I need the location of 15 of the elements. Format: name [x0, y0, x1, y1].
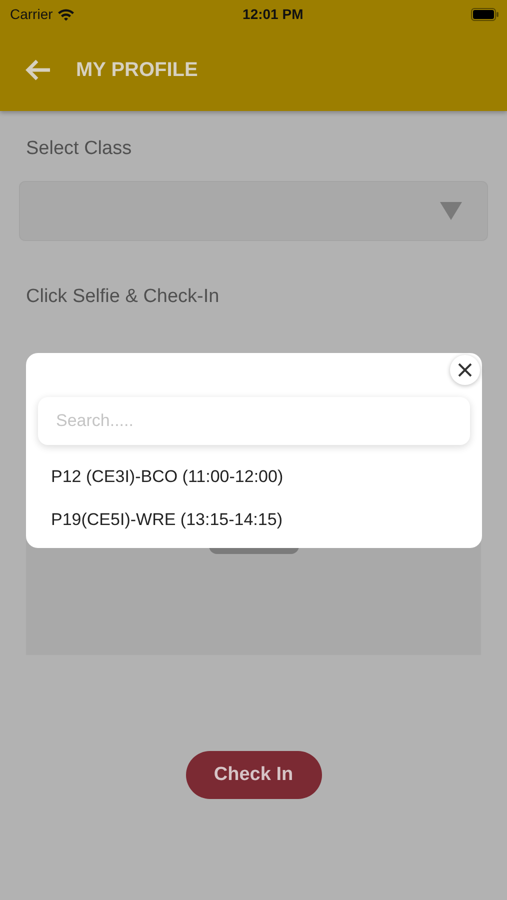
- class-option[interactable]: P19(CE5I)-WRE (13:15-14:15): [26, 510, 482, 531]
- status-time: 12:01 PM: [242, 4, 304, 24]
- class-option[interactable]: P12 (CE3I)-BCO (11:00-12:00): [26, 467, 482, 488]
- field-label: Select Class: [25, 137, 133, 161]
- search-field[interactable]: Search.....: [38, 397, 470, 445]
- field-label: Click Selfie & Check-In: [25, 285, 220, 309]
- check-in-button[interactable]: Check In: [186, 751, 322, 799]
- page-title: MY PROFILE: [76, 58, 198, 82]
- carrier-label: Carrier: [10, 4, 53, 24]
- back-arrow-icon[interactable]: [24, 58, 52, 82]
- close-button[interactable]: [450, 355, 480, 385]
- wifi-icon: [56, 8, 75, 20]
- dropdown-triangle-icon: [439, 201, 463, 221]
- close-icon: [458, 363, 472, 377]
- battery-icon: [470, 8, 499, 20]
